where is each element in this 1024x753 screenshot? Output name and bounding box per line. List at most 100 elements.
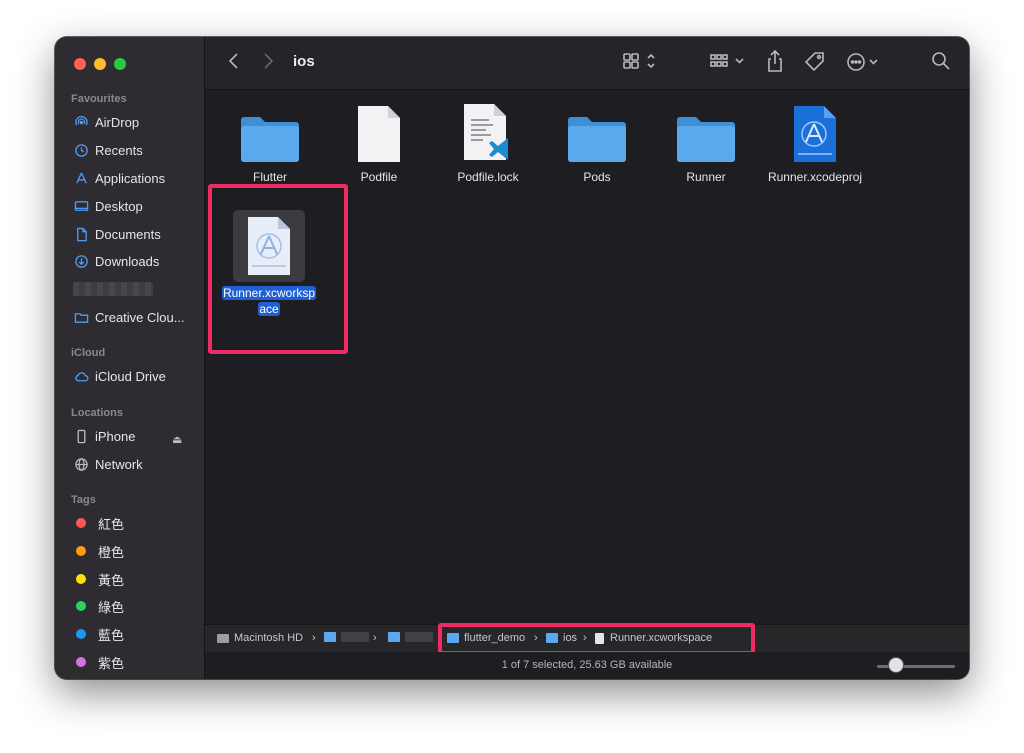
highlight-annotation-path <box>438 623 755 655</box>
search-button[interactable] <box>931 51 951 71</box>
sidebar-item-airdrop[interactable]: AirDrop <box>73 111 139 133</box>
file-name: Podfile.lock <box>457 170 519 184</box>
path-segment-redacted-2[interactable] <box>388 632 433 642</box>
desktop-icon <box>73 198 89 214</box>
tag-color-dot <box>76 574 86 584</box>
path-segment-disk[interactable]: Macintosh HD <box>217 632 303 644</box>
document-icon <box>73 226 89 242</box>
sidebar-item-label: Documents <box>95 226 161 242</box>
sidebar-item-downloads[interactable]: Downloads <box>73 250 159 272</box>
folder-icon <box>651 100 761 164</box>
sidebar-item-creative-cloud[interactable]: Creative Clou... <box>73 306 185 328</box>
xcodeproj-icon <box>760 100 870 164</box>
highlight-annotation-file <box>208 184 348 354</box>
eject-icon[interactable]: ⏏ <box>172 433 182 446</box>
tag-color-dot <box>76 601 86 611</box>
file-icon-view: Flutter Podfile Podfile.lock Pods Runner… <box>205 90 969 623</box>
sidebar-item-documents[interactable]: Documents <box>73 223 161 245</box>
path-segment-redacted-1[interactable] <box>324 632 369 642</box>
window-title: ios <box>293 53 315 70</box>
hard-disk-icon <box>217 633 229 643</box>
document-icon <box>324 100 434 164</box>
sidebar: Favourites AirDrop Recents Applications … <box>55 37 205 679</box>
tag-color-dot <box>76 518 86 528</box>
file-item-flutter[interactable]: Flutter <box>215 100 325 184</box>
sidebar-item-label: iCloud Drive <box>95 368 166 384</box>
folder-icon <box>215 100 325 164</box>
sidebar-tag-yellow[interactable]: 黃色 <box>73 568 124 590</box>
sidebar-item-label: Recents <box>95 142 143 158</box>
sidebar-item-label: iPhone <box>95 428 136 444</box>
clock-icon <box>73 142 89 158</box>
sidebar-item-label: 綠色 <box>98 599 125 615</box>
sidebar-item-label: Desktop <box>95 198 143 214</box>
sidebar-tag-green[interactable]: 綠色 <box>73 595 124 617</box>
sidebar-tag-red[interactable]: 紅色 <box>73 512 124 534</box>
forward-button[interactable] <box>261 51 275 71</box>
cloud-icon <box>73 368 89 384</box>
view-mode-button[interactable] <box>622 51 660 71</box>
folder-icon <box>73 309 89 325</box>
file-item-pods[interactable]: Pods <box>542 100 652 184</box>
sidebar-item-applications[interactable]: Applications <box>73 167 165 189</box>
path-separator: › <box>312 632 316 644</box>
file-item-runner[interactable]: Runner <box>651 100 761 184</box>
toolbar: ios <box>205 37 969 90</box>
tag-button[interactable] <box>804 51 826 73</box>
sidebar-item-recents[interactable]: Recents <box>73 139 143 161</box>
zoom-window-button[interactable] <box>114 58 126 70</box>
globe-icon <box>73 456 89 472</box>
sidebar-item-label: 藍色 <box>98 627 125 643</box>
tag-color-dot <box>76 629 86 639</box>
close-window-button[interactable] <box>74 58 86 70</box>
folder-icon <box>324 632 336 642</box>
tag-color-dot <box>76 657 86 667</box>
chevron-right-icon <box>264 53 274 69</box>
file-item-podfile-lock[interactable]: Podfile.lock <box>433 100 543 184</box>
sidebar-item-label: 紅色 <box>98 516 125 532</box>
tag-icon <box>804 52 824 72</box>
icloud-heading: iCloud <box>71 347 106 359</box>
icon-size-slider-knob[interactable] <box>889 658 903 672</box>
sidebar-item-iphone[interactable]: iPhone <box>73 425 135 447</box>
sidebar-item-label: Network <box>95 456 143 472</box>
redacted-sidebar-item[interactable] <box>73 282 153 296</box>
share-button[interactable] <box>766 49 784 73</box>
file-item-runner-xcodeproj[interactable]: Runner.xcodeproj <box>760 100 870 184</box>
sidebar-item-label: 黃色 <box>98 572 125 588</box>
locations-heading: Locations <box>71 407 123 419</box>
sidebar-item-network[interactable]: Network <box>73 453 143 475</box>
back-button[interactable] <box>227 51 241 71</box>
folder-icon <box>542 100 652 164</box>
sidebar-item-label: Creative Clou... <box>95 309 185 325</box>
sidebar-item-desktop[interactable]: Desktop <box>73 195 143 217</box>
ellipsis-circle-icon <box>847 53 878 71</box>
status-bar: 1 of 7 selected, 25.63 GB available <box>205 652 969 679</box>
redacted-text <box>405 632 433 642</box>
file-name: Podfile <box>360 170 398 184</box>
sidebar-item-label: 紫色 <box>98 655 125 671</box>
sidebar-tag-blue[interactable]: 藍色 <box>73 623 124 645</box>
group-grid-icon <box>710 54 744 67</box>
group-by-button[interactable] <box>710 51 748 71</box>
sidebar-item-label: Downloads <box>95 253 160 269</box>
sidebar-tag-purple[interactable]: 紫色 <box>73 651 124 673</box>
path-bar: Macintosh HD › › flutter_demo › ios › Ru… <box>205 623 969 655</box>
applications-icon <box>73 170 89 186</box>
more-actions-button[interactable] <box>846 51 884 73</box>
vscode-document-icon <box>433 100 543 164</box>
sidebar-tag-orange[interactable]: 橙色 <box>73 540 124 562</box>
download-icon <box>73 253 89 269</box>
search-icon <box>932 52 950 70</box>
favourites-heading: Favourites <box>71 93 127 105</box>
file-item-podfile[interactable]: Podfile <box>324 100 434 184</box>
share-icon <box>768 49 782 72</box>
file-name: Runner <box>686 170 726 184</box>
path-segment-label: Macintosh HD <box>234 632 304 644</box>
sidebar-item-icloud-drive[interactable]: iCloud Drive <box>73 365 166 387</box>
folder-icon <box>388 632 400 642</box>
redacted-text <box>341 632 369 642</box>
file-name: Flutter <box>252 170 287 184</box>
minimize-window-button[interactable] <box>94 58 106 70</box>
path-separator: › <box>373 632 377 644</box>
